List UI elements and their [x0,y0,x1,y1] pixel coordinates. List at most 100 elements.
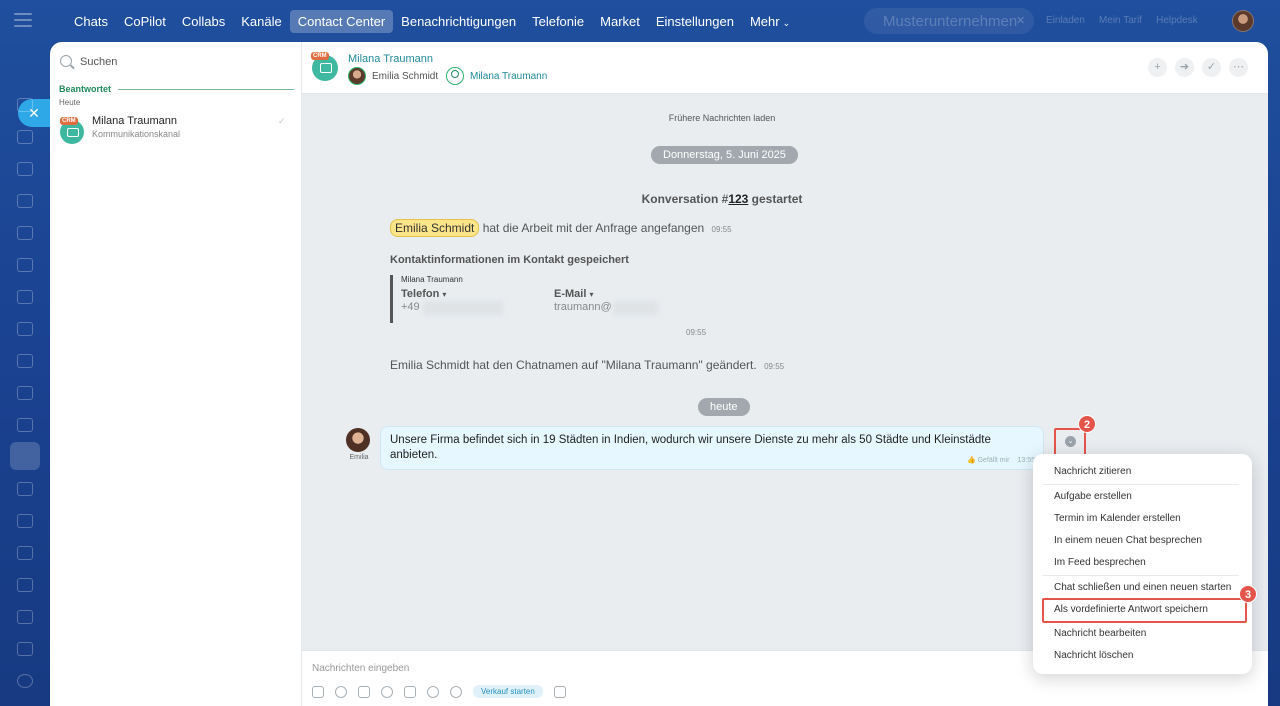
marketplace-icon[interactable] [17,578,33,592]
notifications-icon[interactable] [17,98,33,112]
template-icon[interactable] [553,685,566,698]
date-divider: heute [698,398,750,416]
member-name-emilia[interactable]: Emilia Schmidt [372,71,438,82]
phone-label[interactable]: Telefon ▾ [401,288,446,300]
document-icon[interactable] [358,685,370,698]
list-icon[interactable] [404,685,416,698]
nav-benachrichtigungen[interactable]: Benachrichtigungen [393,10,524,33]
tasks-icon[interactable] [17,290,33,304]
menu-item-close-chat[interactable]: Chat schließen und einen neuen starten [1054,582,1231,593]
forward-button[interactable]: ➜ [1175,58,1194,77]
blurred-email [613,301,658,315]
contacts-icon[interactable] [17,226,33,240]
chevron-down-icon: ⌄ [782,17,791,28]
member-name-milana[interactable]: Milana Traumann [470,71,547,82]
section-divider [118,89,294,90]
message-input[interactable] [312,659,1012,677]
member-avatar-emilia[interactable] [348,67,366,85]
top-links: Einladen Mein Tarif Helpdesk [1046,15,1198,26]
helpdesk-link[interactable]: Helpdesk [1156,15,1198,26]
message-text: Unsere Firma befindet sich in 19 Städten… [390,434,991,461]
nav-kanaele[interactable]: Kanäle [233,10,289,33]
nav-copilot[interactable]: CoPilot [116,10,174,33]
shop-icon[interactable] [17,418,33,432]
company-name: Musterunternehmen [883,13,1018,30]
header-actions: + ➜ ✓ ⋯ [1148,58,1248,77]
top-navigation-bar: Chats CoPilot Collabs Kanäle Contact Cen… [0,0,1280,42]
hide-icon[interactable] [427,685,439,698]
conv-prefix: Konversation # [641,192,729,206]
user-avatar[interactable] [1232,10,1254,32]
smile-icon[interactable] [381,685,393,698]
chevron-down-icon: ▾ [589,290,594,299]
calendar-icon[interactable] [17,194,33,208]
avatar[interactable] [346,428,370,452]
timestamp: 09:55 [686,328,707,337]
nav-market[interactable]: Market [592,10,648,33]
menu-icon[interactable] [14,13,32,27]
nav-collabs[interactable]: Collabs [174,10,233,33]
menu-item-create-task[interactable]: Aufgabe erstellen [1054,491,1132,502]
system-text: hat die Arbeit mit der Anfrage angefange… [482,221,705,235]
settings-icon[interactable] [17,674,33,688]
chat-title[interactable]: Milana Traumann [348,53,433,65]
chat-item-subtitle: Kommunikationskanal [92,129,181,139]
highlight-frame [1042,598,1247,623]
support-icon[interactable] [17,642,33,656]
user-icon[interactable] [335,685,347,698]
plan-link[interactable]: Mein Tarif [1099,15,1142,26]
add-user-button[interactable]: + [1148,58,1167,77]
contact-center-icon[interactable] [10,442,40,470]
close-icon[interactable]: ✕ [1016,14,1025,27]
nav-einstellungen[interactable]: Einstellungen [648,10,742,33]
files-icon[interactable] [17,258,33,272]
crm-badge: CRM [311,52,329,60]
contact-info-title: Kontaktinformationen im Kontakt gespeich… [390,254,629,266]
catalog-icon[interactable] [17,514,33,528]
system-message: Emilia Schmidt hat den Chatnamen auf "Mi… [390,358,784,372]
check-icon: ✓ [278,116,286,126]
menu-item-quote[interactable]: Nachricht zitieren [1054,466,1131,477]
nav-contact-center[interactable]: Contact Center [289,9,394,33]
load-more-link[interactable]: Frühere Nachrichten laden [302,113,1142,123]
conversation-number-link[interactable]: 123 [728,192,748,206]
system-message: Emilia Schmidt hat die Arbeit mit der An… [390,219,732,237]
sites-icon[interactable] [17,354,33,368]
menu-item-edit[interactable]: Nachricht bearbeiten [1054,628,1146,639]
list-item[interactable]: CRM Milana Traumann Kommunikationskanal … [50,108,301,148]
menu-item-new-chat[interactable]: In einem neuen Chat besprechen [1054,535,1202,546]
email-value: traumann@ [554,301,612,313]
mail-icon[interactable] [17,482,33,496]
sign-icon[interactable] [17,610,33,624]
menu-item-calendar[interactable]: Termin im Kalender erstellen [1054,513,1181,524]
like-icon[interactable]: 👍 [967,457,976,464]
crm-icon[interactable] [17,322,33,336]
start-sale-button[interactable]: Verkauf starten [473,685,543,698]
message-bubble[interactable]: Unsere Firma befindet sich in 19 Städten… [380,426,1044,470]
menu-divider [1043,484,1239,485]
nav-telefonie[interactable]: Telefonie [524,10,592,33]
automation-icon[interactable] [17,546,33,560]
message-context-menu: Nachricht zitieren Aufgabe erstellen Ter… [1033,454,1252,674]
user-mention[interactable]: Emilia Schmidt [390,219,480,237]
nav-chats[interactable]: Chats [66,10,116,33]
search-input[interactable] [80,52,280,72]
menu-item-delete[interactable]: Nachricht löschen [1054,650,1133,661]
chat-header: CRM Milana Traumann Emilia Schmidt Milan… [302,42,1268,94]
more-button[interactable]: ⋯ [1229,58,1248,77]
payment-icon[interactable] [450,685,462,698]
member-avatar-milana[interactable] [446,67,464,85]
messages-icon[interactable] [17,162,33,176]
finish-button[interactable]: ✓ [1202,58,1221,77]
phone-label-text: Telefon [401,288,440,300]
chat-search [60,52,290,74]
message-menu-button[interactable]: ⌄ [1054,428,1086,456]
analytics-icon[interactable] [17,386,33,400]
nav-more[interactable]: Mehr ⌄ [742,10,798,33]
invite-link[interactable]: Einladen [1046,15,1085,26]
email-label[interactable]: E-Mail ▾ [554,288,593,300]
attach-icon[interactable] [312,685,324,698]
like-label[interactable]: Gefällt mir [978,457,1010,464]
menu-item-feed[interactable]: Im Feed besprechen [1054,557,1146,568]
documents-icon[interactable] [17,130,33,144]
